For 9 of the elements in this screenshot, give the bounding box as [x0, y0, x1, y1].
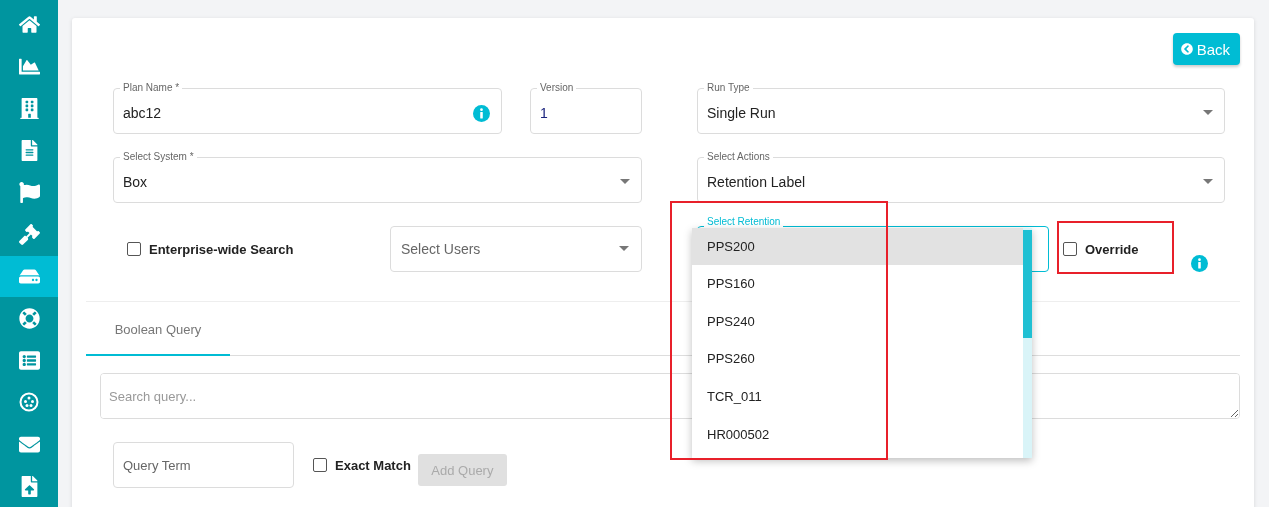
field-label: Plan Name * [120, 82, 183, 94]
field-label: Version [537, 82, 577, 94]
checkbox-label: Override [1085, 241, 1139, 257]
checkbox-label: Enterprise-wide Search [149, 241, 294, 257]
field-label: Select Retention [704, 217, 784, 227]
checkbox-label: Exact Match [335, 457, 411, 473]
field-label: Run Type [704, 82, 753, 94]
field-label: Select System * [120, 151, 197, 163]
field-label: Select Actions [704, 151, 773, 163]
